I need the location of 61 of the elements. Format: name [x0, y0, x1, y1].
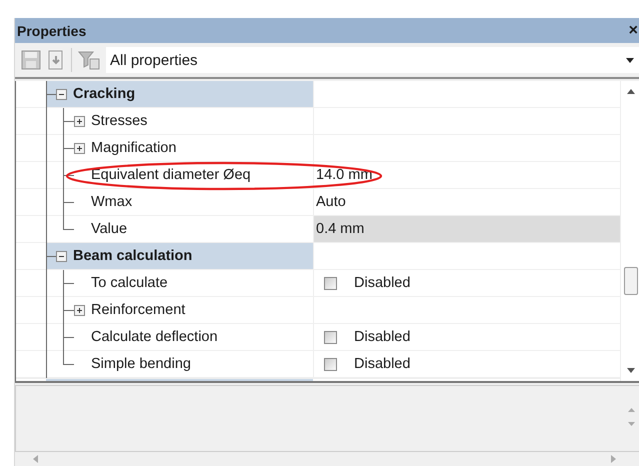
- property-label: Beam calculation: [73, 248, 192, 264]
- property-name-cell[interactable]: Stresses: [16, 108, 313, 134]
- property-name-cell[interactable]: Value: [16, 216, 313, 242]
- property-label: Simple bending: [91, 356, 191, 372]
- property-value-cell[interactable]: 14.0 mm: [313, 162, 620, 188]
- expand-icon[interactable]: [74, 304, 85, 316]
- property-label: Value: [91, 221, 128, 237]
- tree-lines: [46, 324, 74, 350]
- property-value: Auto: [316, 194, 346, 210]
- property-name-cell[interactable]: Calculate deflection: [16, 324, 313, 350]
- vertical-scrollbar[interactable]: [620, 81, 639, 381]
- tree-lines: [46, 162, 74, 188]
- property-label: Stresses: [91, 113, 148, 129]
- scroll-up-icon[interactable]: [626, 89, 634, 94]
- property-value-cell[interactable]: 0.4 mm: [313, 216, 620, 242]
- collapse-icon[interactable]: [56, 88, 67, 100]
- close-button[interactable]: ×: [628, 22, 639, 40]
- spin-down-icon[interactable]: [628, 422, 635, 426]
- checkbox[interactable]: [324, 276, 337, 290]
- spin-up-icon[interactable]: [628, 408, 635, 412]
- property-name-cell[interactable]: Wmax: [16, 189, 313, 215]
- tree-lines: [46, 188, 74, 216]
- property-label: Cracking: [73, 86, 136, 102]
- scroll-down-icon[interactable]: [626, 368, 634, 373]
- property-value: 14.0 mm: [316, 167, 372, 183]
- checkbox-label: Disabled: [354, 356, 410, 372]
- collapse-icon[interactable]: [56, 250, 67, 262]
- panel-title: Properties: [17, 22, 86, 38]
- tree-lines: [46, 350, 74, 378]
- property-label: To calculate: [91, 275, 168, 291]
- checkbox-label: Disabled: [354, 329, 410, 345]
- property-value-cell[interactable]: Disabled: [313, 270, 620, 296]
- tree-lines: [46, 296, 74, 324]
- dropdown-arrow-icon: [626, 58, 634, 62]
- property-label: Magnification: [91, 140, 176, 156]
- property-name-cell[interactable]: To calculate: [16, 270, 313, 296]
- scroll-left-icon[interactable]: [33, 455, 38, 463]
- checkbox[interactable]: [324, 330, 337, 344]
- property-name-cell[interactable]: Simple bending: [16, 351, 313, 377]
- property-name-cell[interactable]: Magnification: [16, 135, 313, 161]
- property-value-cell[interactable]: Auto: [313, 189, 620, 215]
- export-icon[interactable]: [47, 50, 65, 70]
- property-label: Equivalent diameter Øeq: [91, 167, 251, 183]
- expand-icon[interactable]: [74, 142, 85, 154]
- checkbox[interactable]: [324, 358, 337, 370]
- scroll-thumb[interactable]: [624, 267, 638, 295]
- property-value-cell[interactable]: Disabled: [313, 324, 620, 350]
- property-name-cell[interactable]: Reinforcement: [16, 297, 313, 323]
- filter-icon[interactable]: [78, 50, 100, 70]
- property-value-cell[interactable]: Disabled: [313, 351, 620, 377]
- save-icon[interactable]: [21, 50, 41, 70]
- property-name-cell[interactable]: Equivalent diameter Øeq: [16, 162, 313, 188]
- property-label: Wmax: [91, 194, 132, 210]
- tree-lines: [46, 134, 74, 162]
- scroll-right-icon[interactable]: [611, 455, 616, 463]
- filter-dropdown[interactable]: All properties: [106, 47, 639, 73]
- property-value: 0.4 mm: [316, 221, 364, 237]
- checkbox-label: Disabled: [354, 275, 410, 291]
- expand-icon[interactable]: [74, 116, 85, 126]
- property-label: Calculate deflection: [91, 329, 218, 345]
- property-label: Reinforcement: [91, 302, 186, 318]
